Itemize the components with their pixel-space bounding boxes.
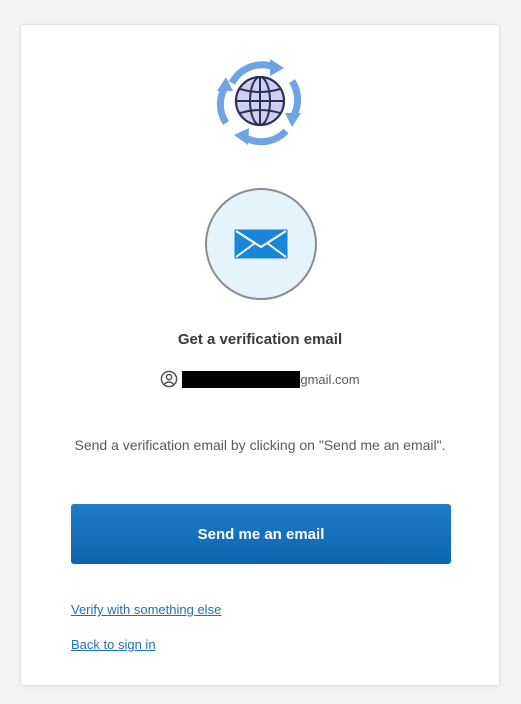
- send-email-button[interactable]: Send me an email: [71, 504, 451, 564]
- page-title: Get a verification email: [177, 331, 343, 348]
- globe-arrows-icon: [216, 59, 302, 146]
- back-to-sign-in-link[interactable]: Back to sign in: [71, 637, 156, 652]
- redacted-email-block: [182, 370, 301, 388]
- user-identifier: gmail.com: [21, 370, 499, 388]
- instructions-text: Send a verification email by clicking on…: [74, 437, 446, 453]
- user-circle-icon: [161, 370, 178, 388]
- email-suffix: gmail.com: [300, 371, 360, 387]
- envelope-icon: [234, 229, 288, 259]
- verify-with-something-else-link[interactable]: Verify with something else: [71, 602, 221, 617]
- page: Get a verification email gmail.com Send …: [0, 0, 521, 704]
- verification-card: Get a verification email gmail.com Send …: [20, 24, 500, 686]
- email-factor-badge: [205, 188, 317, 300]
